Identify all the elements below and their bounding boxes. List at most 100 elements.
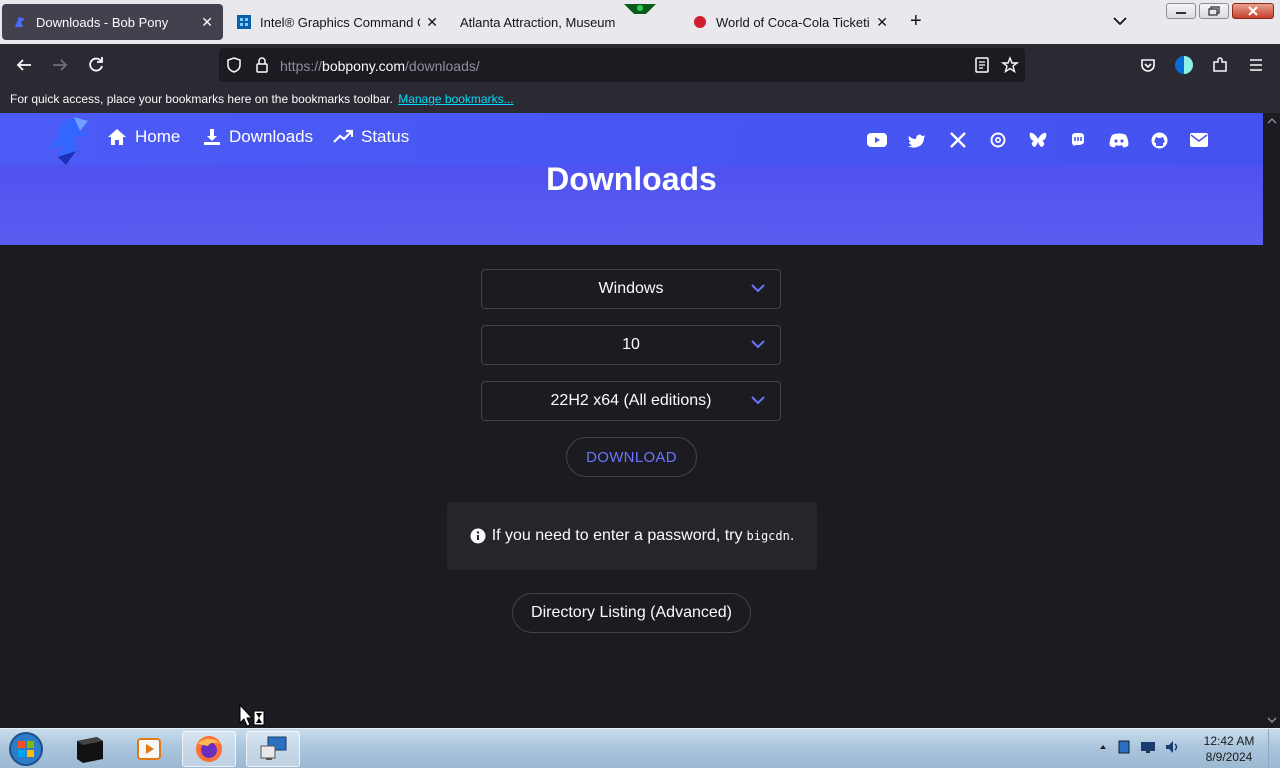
start-orb-icon[interactable]	[6, 730, 46, 768]
github-icon[interactable]	[1148, 130, 1170, 150]
restore-icon[interactable]	[1199, 3, 1229, 19]
bobpony-logo-icon[interactable]	[44, 115, 96, 165]
tab-atlanta[interactable]: Atlanta Attraction, Museum	[450, 4, 630, 40]
nav-home-label: Home	[135, 127, 181, 146]
url-text[interactable]: https://bobpony.com/downloads/	[280, 58, 480, 74]
taskbar-media-app[interactable]	[122, 731, 176, 767]
scroll-up-icon[interactable]	[1264, 115, 1280, 127]
taskbar-terminal-app[interactable]	[62, 731, 116, 767]
scroll-down-icon[interactable]	[1264, 714, 1280, 726]
x-icon[interactable]	[947, 130, 969, 150]
tab-close-icon[interactable]: ✕	[876, 14, 888, 31]
chevron-down-icon	[751, 396, 765, 405]
os-select-value: Windows	[598, 280, 664, 297]
address-bar[interactable]: https://bobpony.com/downloads/	[219, 48, 1025, 82]
bookmarks-toolbar: For quick access, place your bookmarks h…	[0, 86, 1280, 113]
info-suffix: .	[789, 527, 795, 544]
download-button[interactable]: DOWNLOAD	[566, 437, 697, 477]
info-circle-icon	[470, 528, 486, 544]
page-title: Downloads	[546, 161, 717, 197]
system-clock[interactable]: 12:42 AM 8/9/2024	[1194, 733, 1264, 765]
pocket-icon[interactable]	[1137, 54, 1159, 76]
email-icon[interactable]	[1188, 130, 1210, 150]
intel-favicon-icon	[237, 15, 251, 29]
info-text: If you need to enter a password, try	[491, 527, 743, 544]
version-select-value: 10	[622, 336, 640, 353]
twitter-icon[interactable]	[906, 130, 928, 150]
nav-status-link[interactable]: Status	[333, 127, 409, 147]
remote-desktop-icon	[260, 736, 287, 760]
tab-list-chevron-icon[interactable]	[1111, 12, 1129, 30]
manage-bookmarks-link[interactable]: Manage bookmarks...	[398, 92, 513, 106]
os-select[interactable]: Windows	[481, 269, 781, 309]
tray-expand-icon[interactable]	[1098, 742, 1108, 752]
bluesky-icon[interactable]	[1027, 130, 1049, 150]
network-tray-icon[interactable]	[1116, 739, 1132, 755]
tab-title: Intel® Graphics Command Cen	[260, 14, 420, 30]
social-links	[866, 130, 1229, 150]
new-tab-icon[interactable]: +	[910, 10, 922, 33]
close-window-icon[interactable]	[1232, 3, 1274, 19]
show-desktop-button[interactable]	[1268, 729, 1280, 768]
lock-icon[interactable]	[253, 56, 271, 74]
youtube-icon[interactable]	[866, 130, 888, 150]
trend-up-icon	[333, 129, 353, 143]
password-info-box: If you need to enter a password, try big…	[447, 502, 817, 570]
screen: Downloads - Bob Pony ✕ Intel® Graphics C…	[0, 0, 1280, 768]
password-code: bigcdn	[746, 529, 790, 543]
tracking-shield-icon[interactable]	[225, 56, 243, 74]
page-header: Home Downloads Status Downloads	[0, 113, 1263, 245]
busy-cursor-icon	[239, 703, 265, 727]
bookmarks-hint: For quick access, place your bookmarks h…	[10, 92, 393, 106]
clock-date: 8/9/2024	[1205, 750, 1253, 764]
nav-downloads-link[interactable]: Downloads	[203, 127, 313, 147]
bookmark-star-icon[interactable]	[1001, 56, 1019, 74]
minimize-icon[interactable]	[1166, 3, 1196, 19]
discord-icon[interactable]	[1108, 130, 1130, 150]
firefox-icon	[196, 736, 222, 762]
tab-title: Atlanta Attraction, Museum	[460, 14, 616, 30]
navigation-toolbar: https://bobpony.com/downloads/	[0, 44, 1280, 86]
page-content: Home Downloads Status Downloads Windows …	[0, 113, 1264, 728]
threads-icon[interactable]	[987, 130, 1009, 150]
window-controls	[1166, 3, 1274, 19]
terminal-icon	[77, 737, 103, 763]
monitor-tray-icon[interactable]	[1140, 739, 1156, 755]
tab-strip: Downloads - Bob Pony ✕ Intel® Graphics C…	[0, 0, 1280, 44]
theme-gem-icon	[624, 4, 656, 14]
nav-status-label: Status	[361, 127, 410, 146]
volume-tray-icon[interactable]	[1164, 739, 1180, 755]
bobpony-favicon-icon	[15, 17, 25, 27]
tab-title: World of Coca-Cola Ticketing S	[716, 14, 870, 30]
back-arrow-icon[interactable]	[13, 54, 35, 76]
nav-home-link[interactable]: Home	[107, 127, 180, 147]
clock-time: 12:42 AM	[1203, 734, 1255, 748]
version-select[interactable]: 10	[481, 325, 781, 365]
download-icon	[204, 129, 220, 145]
account-avatar-icon[interactable]	[1173, 54, 1195, 76]
directory-listing-button[interactable]: Directory Listing (Advanced)	[512, 593, 751, 633]
taskbar: 12:42 AM 8/9/2024	[0, 728, 1280, 768]
tab-coca-cola[interactable]: World of Coca-Cola Ticketing S ✕	[682, 4, 898, 40]
forward-arrow-icon[interactable]	[49, 54, 71, 76]
mastodon-icon[interactable]	[1067, 130, 1089, 150]
tab-downloads[interactable]: Downloads - Bob Pony ✕	[2, 4, 223, 40]
page-scrollbar[interactable]	[1264, 113, 1280, 728]
taskbar-remote-desktop-app[interactable]	[246, 731, 300, 767]
reader-view-icon[interactable]	[973, 56, 991, 74]
menu-hamburger-icon[interactable]	[1245, 54, 1267, 76]
media-player-icon	[137, 738, 161, 760]
chevron-down-icon	[751, 340, 765, 349]
build-select[interactable]: 22H2 x64 (All editions)	[481, 381, 781, 421]
tab-close-icon[interactable]: ✕	[426, 14, 438, 31]
home-icon	[108, 129, 126, 145]
tab-close-icon[interactable]: ✕	[201, 14, 213, 31]
reload-icon[interactable]	[85, 54, 107, 76]
build-select-value: 22H2 x64 (All editions)	[550, 392, 712, 409]
url-path: /downloads/	[405, 58, 480, 74]
nav-downloads-label: Downloads	[229, 127, 314, 146]
extensions-puzzle-icon[interactable]	[1209, 54, 1231, 76]
url-host: bobpony.com	[322, 58, 406, 74]
tab-intel[interactable]: Intel® Graphics Command Cen ✕	[226, 4, 448, 40]
taskbar-firefox-app[interactable]	[182, 731, 236, 767]
